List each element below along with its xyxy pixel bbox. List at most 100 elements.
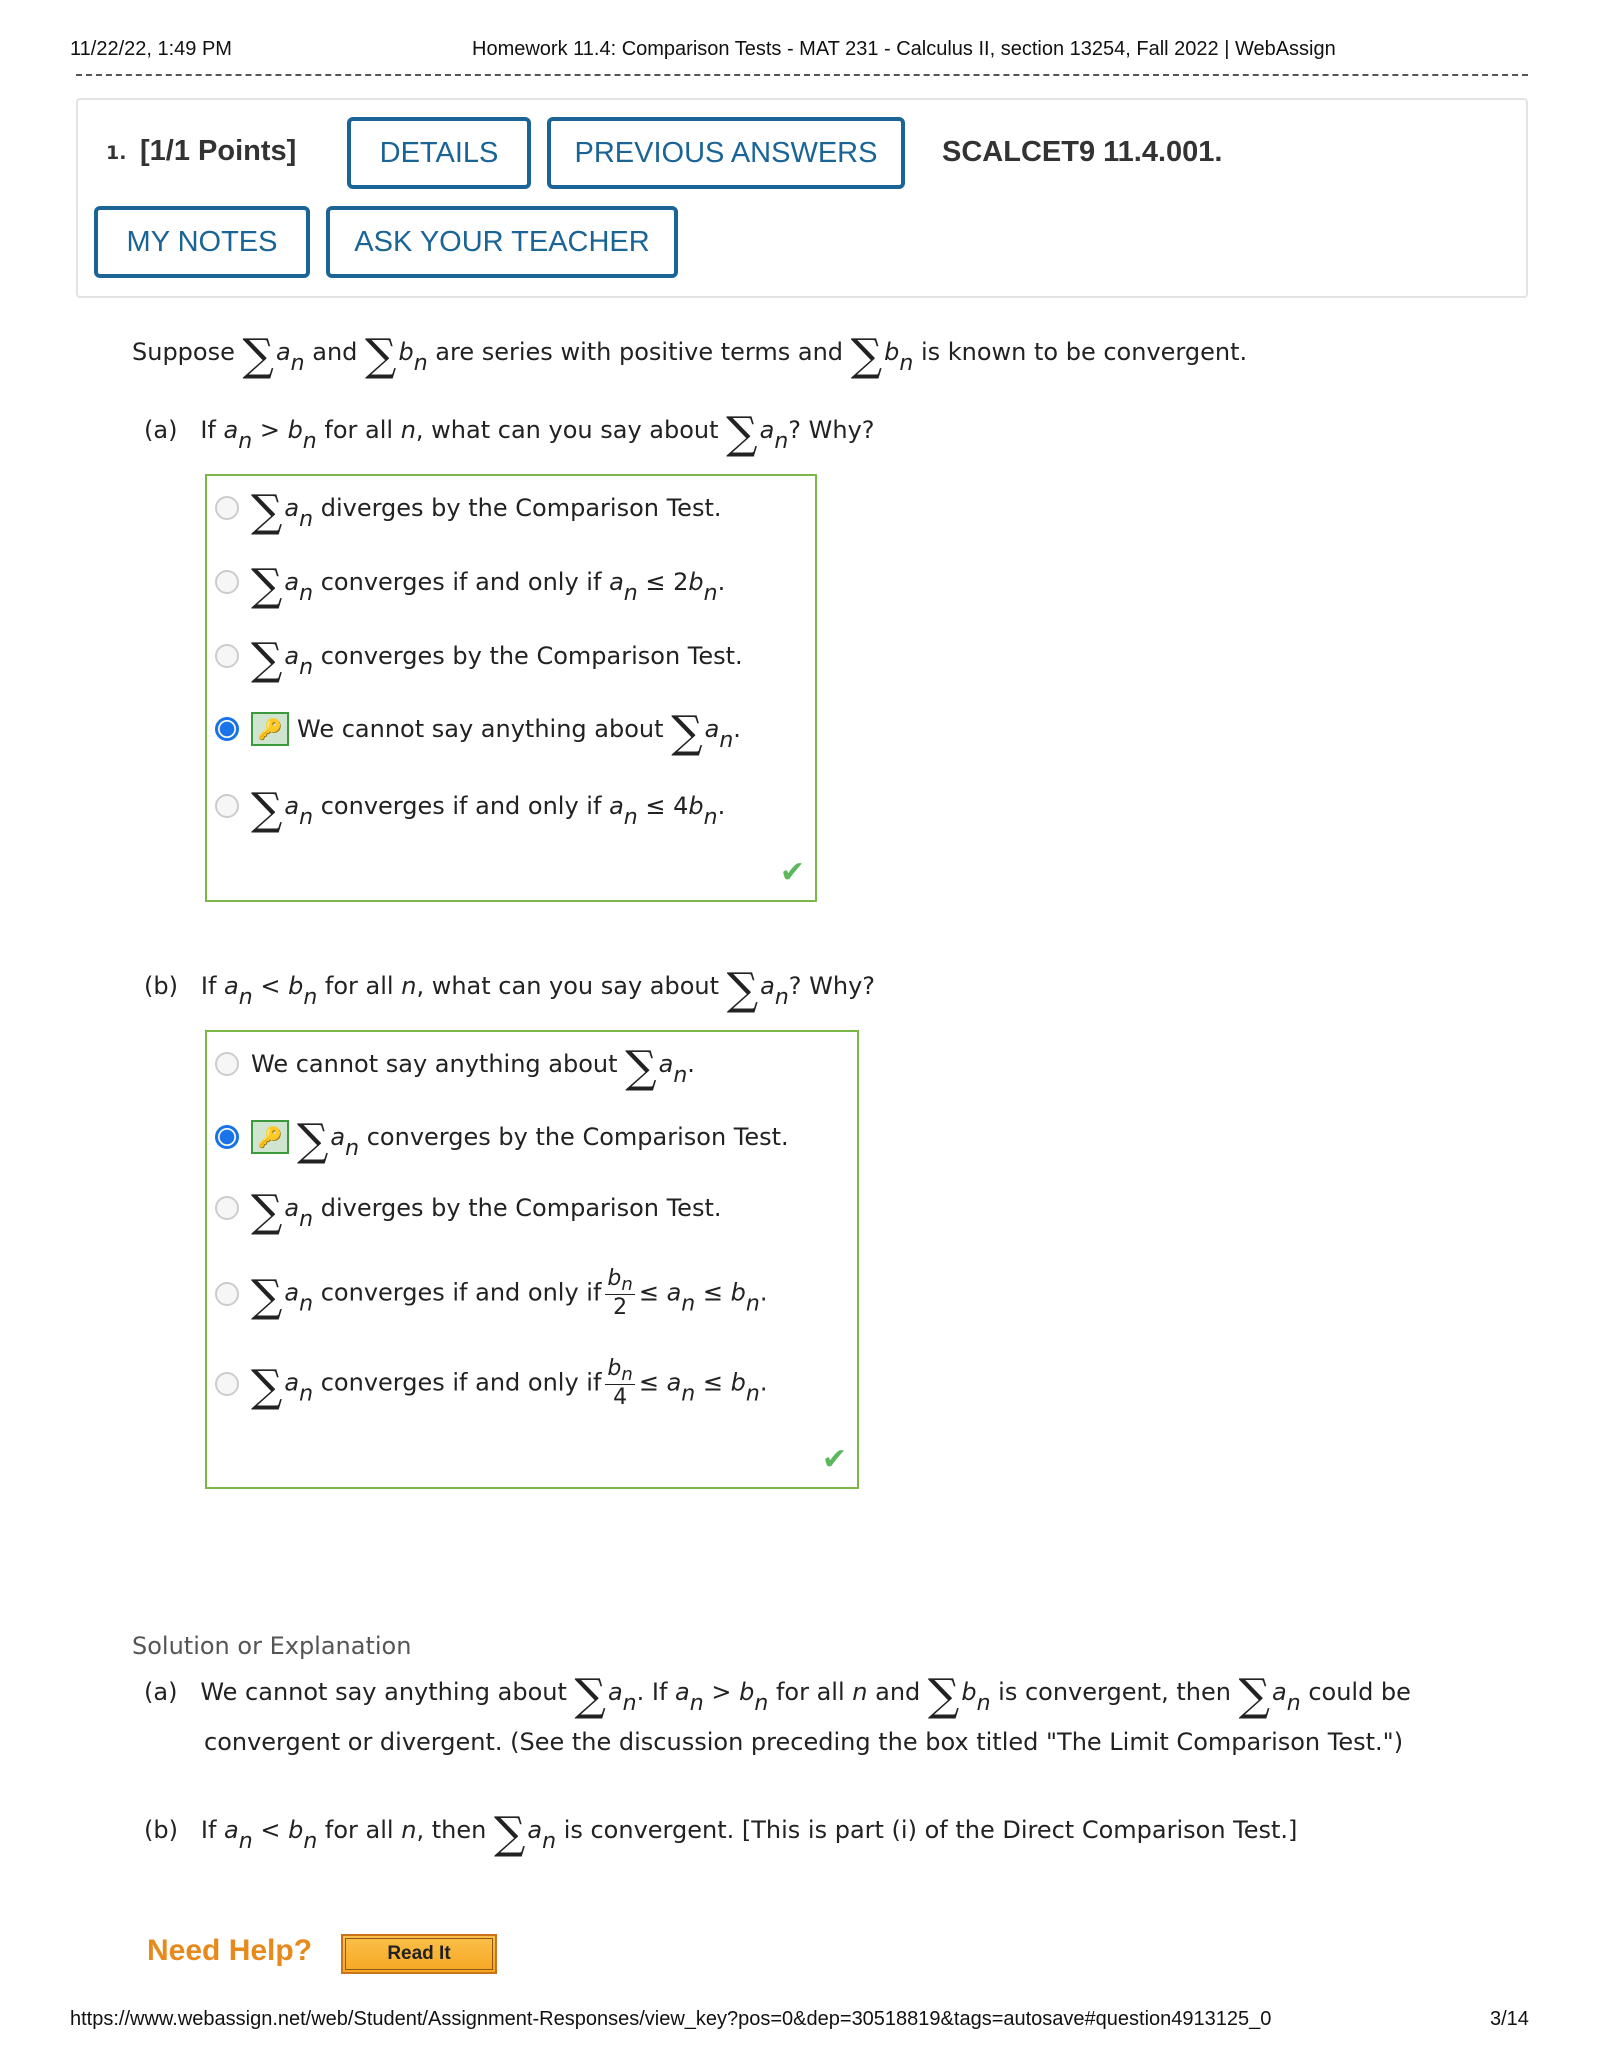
ask-your-teacher-button[interactable]: ASK YOUR TEACHER: [326, 206, 678, 278]
key-icon: 🔑: [251, 1120, 289, 1154]
subscript-n: n: [303, 985, 318, 1010]
radio-button[interactable]: [215, 1371, 239, 1396]
part-label: (a): [144, 416, 178, 444]
option-a5[interactable]: ∑an converges if and only if an ≤ 4bn.: [207, 788, 726, 832]
radio-button[interactable]: [215, 644, 239, 668]
period: .: [717, 792, 726, 820]
option-text: converges if and only if: [320, 1368, 602, 1397]
operator: >: [711, 1678, 732, 1706]
subscript-n: n: [774, 429, 789, 454]
var-b: b: [688, 568, 704, 596]
subscript-n: n: [622, 1691, 637, 1716]
question-points: [1/1 Points]: [140, 135, 297, 167]
var-a: a: [224, 972, 239, 1000]
radio-button[interactable]: [215, 794, 239, 818]
option-label: ∑an converges if and only if an ≤ 4bn.: [251, 788, 726, 832]
sigma-symbol: ∑: [251, 1360, 283, 1412]
read-it-button[interactable]: Read It: [341, 1934, 497, 1974]
sigma-symbol: ∑: [242, 330, 274, 381]
radio-button[interactable]: [215, 1196, 239, 1220]
le-symbol: ≤: [702, 1278, 723, 1307]
radio-button[interactable]: [215, 1052, 239, 1076]
sigma-symbol: ∑: [251, 784, 283, 835]
option-label: ∑an diverges by the Comparison Test.: [251, 490, 721, 534]
sigma-symbol: ∑: [574, 1670, 606, 1721]
subscript-n: n: [299, 805, 314, 830]
le-symbol: ≤: [645, 568, 666, 596]
print-page-number: 3/14: [1490, 2008, 1529, 2030]
var-b: b: [688, 792, 704, 820]
prompt-text: Suppose: [132, 338, 235, 366]
le-symbol: ≤: [645, 792, 666, 820]
var-a: a: [224, 1816, 239, 1844]
subscript-n: n: [681, 1381, 696, 1407]
subscript-n: n: [1286, 1691, 1301, 1716]
option-text: converges by the Comparison Test.: [366, 1123, 789, 1151]
solution-part-b: (b) If an < bn for all n, then ∑an is co…: [144, 1812, 1297, 1856]
option-b5[interactable]: ∑an converges if and only if bn 4 ≤ an ≤ bn…: [207, 1358, 767, 1409]
subscript-n: n: [290, 351, 305, 376]
radio-button-selected[interactable]: [215, 1125, 239, 1149]
my-notes-button[interactable]: MY NOTES: [94, 206, 310, 278]
previous-answers-button[interactable]: PREVIOUS ANSWERS: [547, 117, 905, 189]
option-text: diverges by the Comparison Test.: [320, 1194, 722, 1222]
sigma-symbol: ∑: [251, 1186, 283, 1237]
option-label: We cannot say anything about ∑an.: [297, 711, 741, 755]
option-label: ∑an converges by the Comparison Test.: [297, 1119, 789, 1163]
var-a: a: [284, 1278, 300, 1307]
fraction: bn 2: [605, 1266, 635, 1320]
var-a: a: [284, 568, 300, 596]
option-b1[interactable]: We cannot say anything about ∑an.: [207, 1046, 695, 1090]
var-n: n: [400, 416, 416, 444]
radio-button-selected[interactable]: [215, 717, 239, 741]
part-b-answer-box: We cannot say anything about ∑an. 🔑 ∑an …: [205, 1030, 859, 1489]
denominator: 2: [613, 1295, 628, 1320]
radio-button[interactable]: [215, 496, 239, 520]
sigma-symbol: ∑: [251, 486, 283, 537]
var-a: a: [223, 416, 239, 444]
var-b: b: [287, 416, 303, 444]
option-a2[interactable]: ∑an converges if and only if an ≤ 2bn.: [207, 564, 726, 608]
sigma-symbol: ∑: [1238, 1670, 1270, 1721]
sol-text: We cannot say anything about: [200, 1678, 567, 1706]
option-text: We cannot say anything about: [251, 1050, 618, 1078]
option-b4[interactable]: ∑an converges if and only if bn 2 ≤ an ≤ bn…: [207, 1268, 767, 1319]
option-label: ∑an converges if and only if an ≤ 2bn.: [251, 564, 726, 608]
option-label: ∑an diverges by the Comparison Test.: [251, 1190, 722, 1234]
le-symbol: ≤: [702, 1368, 723, 1397]
details-button[interactable]: DETAILS: [347, 117, 531, 189]
sigma-symbol: ∑: [850, 330, 883, 381]
radio-button[interactable]: [215, 570, 239, 594]
option-a3[interactable]: ∑an converges by the Comparison Test.: [207, 638, 743, 682]
subscript-n: n: [689, 1691, 704, 1716]
part-label: (a): [144, 1678, 178, 1706]
subscript-n: n: [238, 429, 253, 454]
var-a: a: [330, 1123, 346, 1151]
option-b2[interactable]: 🔑 ∑an converges by the Comparison Test.: [207, 1119, 789, 1163]
option-a4[interactable]: 🔑 We cannot say anything about ∑an.: [207, 711, 741, 755]
var-b: b: [398, 338, 414, 366]
option-a1[interactable]: ∑an diverges by the Comparison Test.: [207, 490, 721, 534]
subscript-n: n: [238, 1829, 253, 1854]
sigma-symbol: ∑: [297, 1115, 329, 1166]
key-icon: 🔑: [251, 712, 289, 746]
sigma-symbol: ∑: [927, 1670, 960, 1721]
sigma-symbol: ∑: [251, 634, 283, 685]
subscript-n: n: [345, 1136, 360, 1161]
subscript-n: n: [745, 1291, 760, 1317]
var-b: b: [884, 338, 900, 366]
radio-button[interactable]: [215, 1281, 239, 1306]
dashed-divider: [76, 74, 1528, 76]
var-a: a: [284, 494, 300, 522]
var-b: b: [607, 1266, 622, 1291]
part-b-question: (b) If an < bn for all n, what can you s…: [144, 968, 875, 1012]
var-a: a: [275, 338, 291, 366]
subscript-n: n: [774, 985, 789, 1010]
operator: >: [259, 416, 280, 444]
fraction: bn 4: [605, 1358, 635, 1409]
var-a: a: [658, 1050, 674, 1078]
solution-part-a-line2: convergent or divergent. (See the discus…: [204, 1728, 1404, 1756]
option-b3[interactable]: ∑an diverges by the Comparison Test.: [207, 1190, 722, 1234]
period: .: [717, 568, 726, 596]
part-a-answer-box: ∑an diverges by the Comparison Test. ∑an…: [205, 474, 817, 902]
